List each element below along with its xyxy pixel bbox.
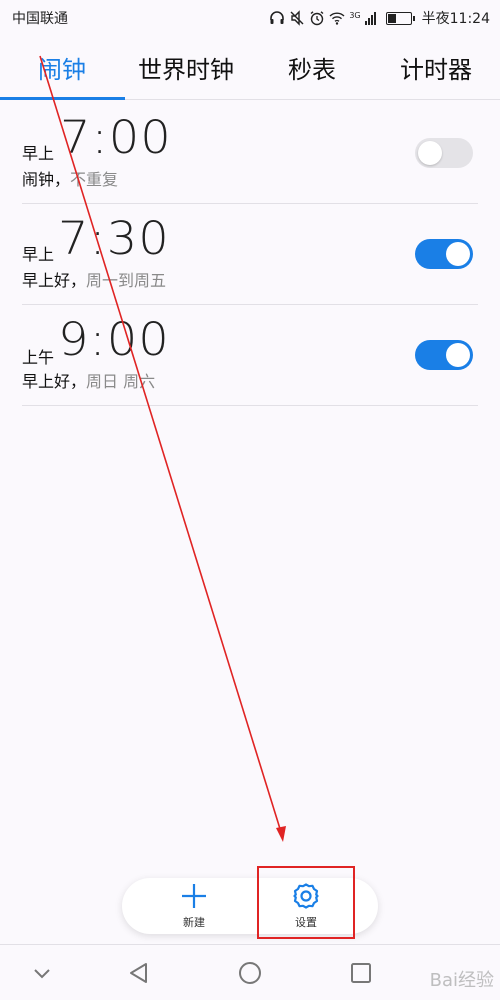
wifi-icon [329, 12, 345, 25]
toggle-knob [418, 141, 442, 165]
tab-timer[interactable]: 计时器 [400, 48, 472, 92]
alarm-period: 早上 [22, 245, 55, 264]
recents-icon[interactable] [347, 959, 375, 987]
alarm-label-line: 闹钟，不重复 [22, 166, 118, 190]
alarm-time: 7:00 [60, 111, 172, 165]
back-icon[interactable] [125, 959, 153, 987]
new-alarm-button[interactable]: 新建 [146, 878, 242, 934]
plus-icon [182, 884, 206, 908]
alarm-repeat: 周一到周五 [86, 271, 167, 290]
alarm-toggle[interactable] [415, 239, 473, 269]
new-alarm-label: 新建 [183, 916, 205, 929]
signal-icon [364, 11, 376, 25]
alarm-label: 闹钟， [22, 170, 71, 189]
alarm-icon [310, 11, 324, 26]
alarm-item[interactable]: 上午 9:00 早上好，周日 周六 [22, 304, 478, 406]
headphones-icon [270, 11, 285, 24]
tab-alarm[interactable]: 闹钟 [38, 48, 86, 92]
status-icons: 3G 半夜11:24 [269, 8, 490, 28]
alarm-label: 早上好， [22, 271, 87, 290]
battery-icon [385, 11, 415, 25]
active-tab-indicator [0, 97, 125, 100]
tab-world-clock[interactable]: 世界时钟 [138, 48, 234, 92]
alarm-repeat: 不重复 [70, 170, 119, 189]
carrier-name: 中国联通 [12, 11, 68, 27]
network-type: 3G [349, 11, 361, 20]
navigation-bar [0, 944, 500, 1000]
watermark: Bai经验 [429, 970, 494, 991]
toggle-knob [446, 343, 470, 367]
alarm-item[interactable]: 早上 7:30 早上好，周一到周五 [22, 203, 478, 305]
alarm-time: 9:00 [58, 313, 170, 367]
status-time: 半夜11:24 [421, 11, 490, 27]
alarm-toggle[interactable] [415, 340, 473, 370]
alarm-toggle[interactable] [415, 138, 473, 168]
alarm-label-line: 早上好，周一到周五 [22, 267, 166, 291]
alarm-period: 上午 [22, 348, 55, 367]
home-icon[interactable] [236, 959, 264, 987]
mute-icon [290, 10, 304, 26]
alarm-label: 早上好， [22, 372, 87, 391]
alarm-period: 早上 [22, 144, 55, 163]
annotation-highlight-box [257, 866, 355, 939]
alarm-time: 7:30 [58, 212, 170, 266]
tab-stopwatch[interactable]: 秒表 [288, 48, 336, 92]
status-bar: 中国联通 3G 半夜11:24 [0, 0, 500, 36]
alarm-item[interactable]: 早上 7:00 闹钟，不重复 [22, 102, 478, 204]
alarm-repeat: 周日 周六 [86, 372, 156, 391]
toggle-knob [446, 242, 470, 266]
alarm-label-line: 早上好，周日 周六 [22, 368, 155, 392]
tab-bar: 闹钟 世界时钟 秒表 计时器 [0, 40, 500, 100]
chevron-down-icon[interactable] [28, 959, 56, 987]
